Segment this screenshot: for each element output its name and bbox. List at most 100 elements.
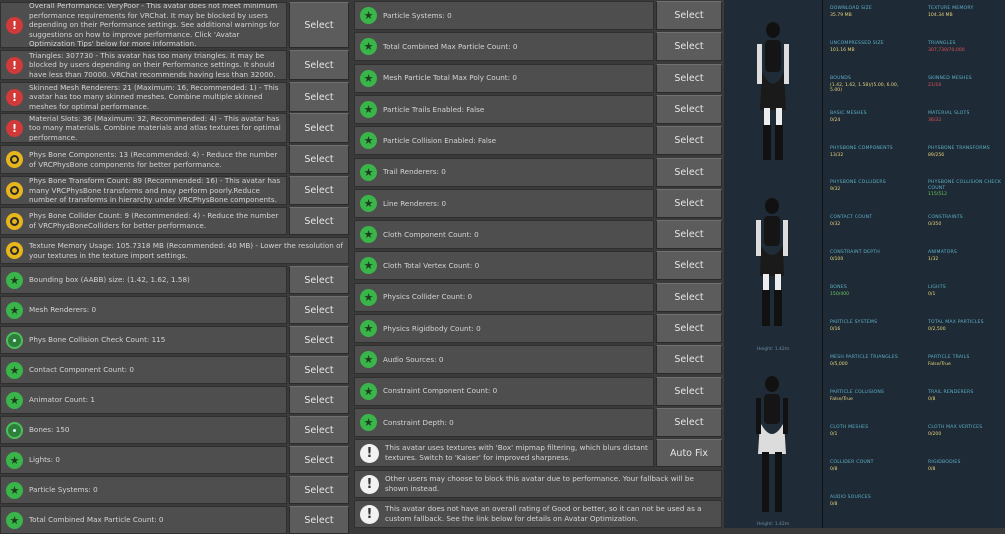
- select-button[interactable]: Select: [656, 345, 722, 375]
- preview-height-caption: Height: 1.42m: [756, 522, 790, 527]
- select-button[interactable]: Select: [656, 282, 722, 312]
- validation-text: Particle Systems: 0: [29, 485, 98, 495]
- star-check-icon: [360, 132, 377, 150]
- select-button[interactable]: Select: [656, 94, 722, 124]
- stat-label: PhysBone Components: [830, 146, 893, 151]
- validation-message: Phys Bone Components: 13 (Recommended: 4…: [0, 145, 287, 174]
- validation-message: Audio Sources: 0: [354, 345, 654, 375]
- select-button[interactable]: Select: [289, 176, 349, 205]
- validation-message: Constraint Component Count: 0: [354, 376, 654, 406]
- validation-row: Total Combined Max Particle Count: 0 Sele…: [0, 506, 349, 534]
- select-button[interactable]: Select: [289, 145, 349, 174]
- stat-value: 0/5,000: [830, 361, 848, 367]
- validation-row: This avatar does not have an overall rat…: [354, 500, 722, 528]
- avatar-preview-3: Height: 1.42m: [724, 356, 822, 528]
- validation-text: Skinned Mesh Renderers: 21 (Maximum: 16,…: [29, 82, 279, 111]
- stat-value: 307,730/70,000: [928, 47, 965, 53]
- select-button[interactable]: Select: [289, 506, 349, 534]
- select-button[interactable]: Select: [289, 326, 349, 354]
- stat-label: Particle Collisions: [830, 390, 885, 395]
- stat-label: PhysBone Transforms: [928, 146, 990, 151]
- select-button[interactable]: Select: [289, 356, 349, 384]
- stat-entry: Uncompressed Size 101.16 MB: [830, 41, 906, 53]
- star-check-icon: [360, 382, 377, 400]
- avatar-preview-2: Height: 1.42m: [724, 172, 822, 356]
- stat-entry: PhysBone Colliders 9/32: [830, 180, 906, 192]
- stat-entry: Particle Systems 0/16: [830, 320, 906, 332]
- validation-message: Cloth Component Count: 0: [354, 220, 654, 250]
- select-button[interactable]: Select: [289, 476, 349, 504]
- avatar-figure-3: [756, 376, 788, 512]
- validation-text: Phys Bone Collider Count: 9 (Recommended…: [29, 211, 279, 230]
- stat-entry: Trail Renderers 0/8: [928, 390, 1004, 402]
- stat-label: PhysBone Collision Check Count: [928, 180, 1002, 191]
- select-button[interactable]: Select: [656, 157, 722, 187]
- star-check-icon: [360, 194, 377, 212]
- select-button[interactable]: Select: [656, 1, 722, 30]
- select-button[interactable]: Select: [289, 207, 349, 235]
- validation-text: Animator Count: 1: [29, 395, 95, 405]
- validation-text: Triangles: 307730 - This avatar has too …: [29, 50, 276, 79]
- stat-label: Bones: [830, 285, 847, 290]
- stat-label: Cloth Max Vertices: [928, 425, 983, 430]
- validation-text: Total Combined Max Particle Count: 0: [383, 42, 518, 51]
- validation-text: Constraint Depth: 0: [383, 417, 454, 427]
- select-button[interactable]: Select: [656, 407, 722, 437]
- select-button[interactable]: Select: [656, 32, 722, 62]
- star-check-icon: [360, 320, 377, 337]
- stat-entry: Skinned Meshes 21/16: [928, 76, 1004, 88]
- validation-text: Particle Collision Enabled: False: [383, 135, 497, 145]
- stat-entry: Texture Memory 104.34 MB: [928, 6, 1004, 18]
- select-button[interactable]: Select: [289, 296, 349, 324]
- validation-row: Particle Trails Enabled: False Select: [354, 94, 722, 124]
- select-button[interactable]: Select: [656, 314, 722, 343]
- stat-value: 0/100: [830, 256, 844, 262]
- select-button[interactable]: Select: [656, 188, 722, 218]
- select-button[interactable]: Select: [656, 220, 722, 250]
- validation-text: Phys Bone Components: 13 (Recommended: 4…: [29, 149, 278, 169]
- validation-message: Texture Memory Usage: 105.7318 MB (Recom…: [0, 237, 349, 264]
- warning-icon: [6, 242, 23, 259]
- auto-fix-button[interactable]: Auto Fix: [656, 439, 722, 467]
- validation-message: Material Slots: 36 (Maximum: 32, Recomme…: [0, 113, 287, 143]
- error-icon: [6, 16, 23, 34]
- select-button[interactable]: Select: [289, 2, 349, 48]
- select-button[interactable]: Select: [656, 251, 722, 281]
- stat-value: 0/8: [830, 501, 838, 507]
- validation-message: Line Renderers: 0: [354, 188, 654, 218]
- validation-text: Line Renderers: 0: [383, 198, 447, 208]
- validation-row: Cloth Total Vertex Count: 0 Select: [354, 251, 722, 281]
- stat-label: Download Size: [830, 6, 873, 11]
- select-button[interactable]: Select: [289, 266, 349, 294]
- warning-icon: [6, 151, 23, 168]
- avatar-figure-2: [756, 198, 788, 326]
- validation-message: Skinned Mesh Renderers: 21 (Maximum: 16,…: [0, 82, 287, 112]
- validation-row: Bounding box (AABB) size: (1.42, 1.62, 1…: [0, 266, 349, 294]
- stat-entry: Audio Sources 0/8: [830, 495, 906, 507]
- stat-label: Mesh Particle Triangles: [830, 355, 898, 360]
- select-button[interactable]: Select: [289, 82, 349, 112]
- validation-message: Contact Component Count: 0: [0, 356, 287, 384]
- stat-label: Material Slots: [928, 111, 970, 116]
- select-button[interactable]: Select: [289, 113, 349, 143]
- stat-value: 13/32: [830, 152, 844, 158]
- error-icon: [6, 119, 23, 137]
- validation-row: Skinned Mesh Renderers: 21 (Maximum: 16,…: [0, 82, 349, 112]
- validation-row: Phys Bone Collision Check Count: 115 Sele…: [0, 326, 349, 354]
- select-button[interactable]: Select: [289, 50, 349, 80]
- validation-message: This avatar uses textures with 'Box' mip…: [354, 439, 654, 467]
- validation-text: Texture Memory Usage: 105.7318 MB (Recom…: [29, 240, 344, 260]
- select-button[interactable]: Select: [656, 376, 722, 406]
- stat-value: 89/256: [928, 152, 945, 158]
- validation-text: Mesh Renderers: 0: [29, 305, 97, 315]
- stat-label: Basic Meshes: [830, 111, 867, 116]
- stat-value: 104.34 MB: [928, 12, 953, 18]
- stat-entry: Animators 1/32: [928, 250, 1004, 262]
- validation-text: Contact Component Count: 0: [29, 365, 134, 375]
- select-button[interactable]: Select: [656, 126, 722, 156]
- select-button[interactable]: Select: [289, 416, 349, 444]
- select-button[interactable]: Select: [289, 446, 349, 474]
- select-button[interactable]: Select: [656, 63, 722, 93]
- select-button[interactable]: Select: [289, 386, 349, 414]
- stat-label: Collider Count: [830, 460, 874, 465]
